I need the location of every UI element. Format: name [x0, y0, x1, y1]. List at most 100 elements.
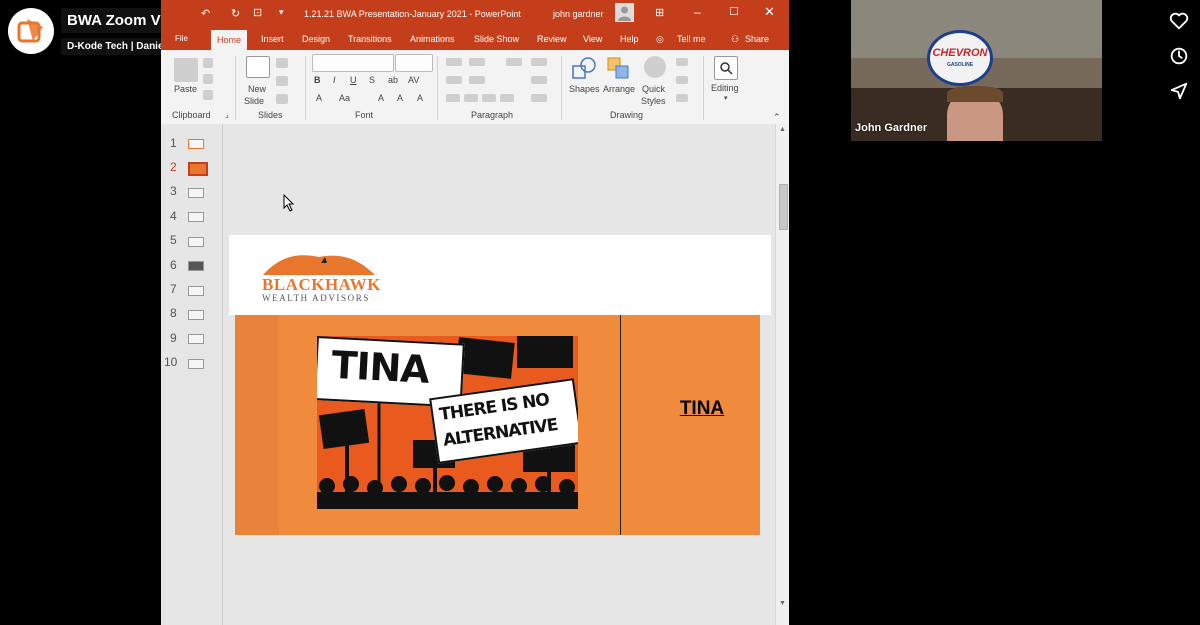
thumb-image: [188, 334, 204, 344]
vertical-scrollbar[interactable]: ▲ ▼: [775, 124, 789, 625]
minimize-icon[interactable]: –: [694, 5, 701, 19]
char-spacing-icon[interactable]: AV: [408, 75, 419, 85]
close-icon[interactable]: ✕: [764, 4, 775, 20]
arrange-button[interactable]: Arrange: [603, 84, 635, 94]
arrange-icon[interactable]: [606, 56, 630, 80]
tell-me-search[interactable]: Tell me: [677, 34, 706, 44]
strikethrough-icon[interactable]: ab: [388, 75, 398, 85]
channel-logo-icon: [17, 19, 43, 43]
maximize-icon[interactable]: ☐: [729, 5, 739, 18]
dialog-launcher-icon[interactable]: ⌟: [225, 110, 229, 119]
numbering-icon[interactable]: [469, 58, 485, 66]
chevron-sign-subtext: GASOLINE: [946, 62, 974, 68]
send-icon[interactable]: [1168, 80, 1190, 102]
bold-icon[interactable]: B: [314, 75, 321, 85]
decrease-indent-icon[interactable]: [446, 76, 462, 84]
tab-review[interactable]: Review: [537, 34, 567, 44]
new-slide-label[interactable]: New: [248, 84, 266, 94]
layout-icon[interactable]: [276, 58, 288, 68]
blackhawk-mountain-logo: [263, 255, 375, 275]
editing-dropdown-icon[interactable]: ▾: [724, 94, 728, 102]
clear-format-icon[interactable]: A: [417, 93, 423, 103]
quick-styles-label[interactable]: Quick: [642, 84, 665, 94]
shape-outline-icon[interactable]: [676, 76, 688, 84]
format-painter-icon[interactable]: [203, 90, 213, 100]
quick-styles-label-2[interactable]: Styles: [641, 96, 666, 106]
align-left-icon[interactable]: [446, 94, 460, 102]
person-hair: [947, 86, 1003, 102]
tab-file[interactable]: File: [175, 34, 188, 43]
increase-indent-icon[interactable]: [469, 76, 485, 84]
ribbon-tabs: File Home Insert Design Transitions Anim…: [161, 27, 789, 50]
group-drawing: Drawing: [610, 110, 644, 120]
font-color-icon[interactable]: A: [316, 93, 322, 103]
quick-styles-icon[interactable]: [644, 56, 666, 78]
customize-toolbar-icon[interactable]: ▾: [279, 7, 284, 18]
copy-icon[interactable]: [203, 74, 213, 84]
thumb-image: [188, 286, 204, 296]
webcam-name-label: John Gardner: [855, 122, 928, 134]
tab-view[interactable]: View: [583, 34, 602, 44]
collapse-ribbon-icon[interactable]: ⌃: [773, 112, 781, 123]
thumb-image-selected: [188, 162, 208, 176]
text-direction-icon[interactable]: [531, 58, 547, 66]
thumb-image: [188, 261, 204, 271]
tab-insert[interactable]: Insert: [261, 34, 284, 44]
user-avatar[interactable]: [615, 3, 634, 22]
slide-divider: [620, 315, 621, 535]
ribbon-display-icon[interactable]: ⊞: [655, 6, 664, 19]
shapes-icon[interactable]: [571, 56, 597, 80]
editing-icon[interactable]: [714, 56, 738, 80]
tab-animations[interactable]: Animations: [410, 34, 455, 44]
share-button[interactable]: Share: [745, 34, 769, 44]
shape-fill-icon[interactable]: [676, 58, 688, 66]
tab-home[interactable]: Home: [211, 30, 248, 50]
scroll-thumb[interactable]: [779, 184, 788, 230]
logo-subtext: WEALTH ADVISORS: [262, 293, 370, 303]
italic-icon[interactable]: I: [333, 75, 336, 85]
tab-design[interactable]: Design: [302, 34, 330, 44]
scroll-down-icon[interactable]: ▼: [779, 600, 786, 607]
paste-button[interactable]: Paste: [174, 84, 197, 94]
bullets-icon[interactable]: [446, 58, 462, 66]
start-from-beginning-icon[interactable]: ⊡: [253, 6, 262, 19]
align-text-icon[interactable]: [531, 76, 547, 84]
tab-transitions[interactable]: Transitions: [348, 34, 392, 44]
shadow-icon[interactable]: S: [369, 75, 375, 85]
reset-icon[interactable]: [276, 76, 288, 86]
paste-icon[interactable]: [174, 58, 198, 82]
heart-icon[interactable]: [1168, 10, 1190, 32]
smartart-icon[interactable]: [531, 94, 547, 102]
font-name-box[interactable]: [312, 54, 394, 72]
redo-icon[interactable]: ↻: [231, 7, 240, 20]
new-slide-icon[interactable]: [246, 56, 270, 78]
align-right-icon[interactable]: [482, 94, 496, 102]
tina-protest-image[interactable]: TINA THERE IS NO ALTERNATIVE: [317, 336, 578, 509]
thumb-image: [188, 188, 204, 198]
new-slide-label-2[interactable]: Slide: [244, 96, 264, 106]
shapes-button[interactable]: Shapes: [569, 84, 600, 94]
tab-help[interactable]: Help: [620, 34, 639, 44]
font-size-box[interactable]: [395, 54, 433, 72]
editing-button[interactable]: Editing: [711, 83, 739, 93]
grow-font-icon[interactable]: A: [378, 93, 384, 103]
slide-right-text[interactable]: TINA: [662, 398, 742, 420]
section-icon[interactable]: [276, 94, 288, 104]
tab-slide-show[interactable]: Slide Show: [474, 34, 519, 44]
shrink-font-icon[interactable]: A: [397, 93, 403, 103]
powerpoint-window: ↶ ↻ ⊡ ▾ 1.21.21 BWA Presentation-January…: [161, 0, 789, 625]
user-name[interactable]: john gardner: [553, 9, 604, 19]
thumb-image: [188, 237, 204, 247]
change-case-icon[interactable]: Aa: [339, 93, 350, 103]
line-spacing-icon[interactable]: [506, 58, 522, 66]
cut-icon[interactable]: [203, 58, 213, 68]
shape-effects-icon[interactable]: [676, 94, 688, 102]
justify-icon[interactable]: [500, 94, 514, 102]
undo-icon[interactable]: ↶: [201, 7, 210, 20]
align-center-icon[interactable]: [464, 94, 478, 102]
channel-logo[interactable]: [8, 8, 54, 54]
logo-text: BLACKHAWK: [262, 275, 381, 294]
scroll-up-icon[interactable]: ▲: [779, 126, 786, 133]
underline-icon[interactable]: U: [350, 75, 357, 85]
clock-icon[interactable]: [1168, 45, 1190, 67]
